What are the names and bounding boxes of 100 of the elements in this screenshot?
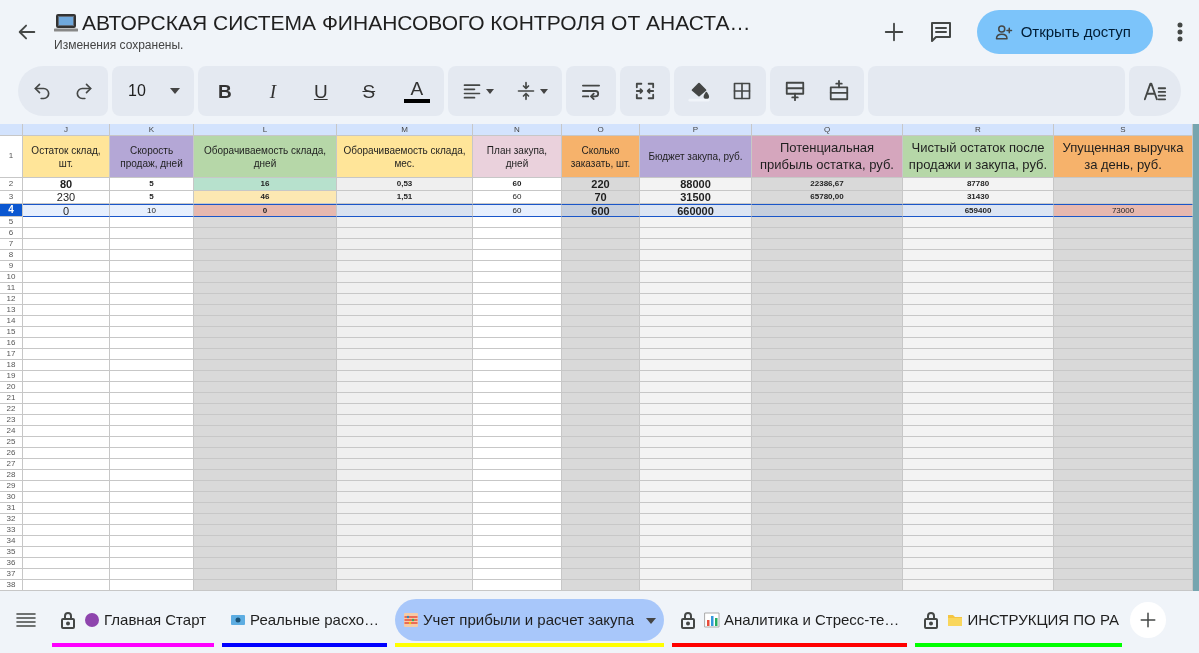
row-header[interactable]: 8	[0, 250, 22, 261]
merge-cells-button[interactable]	[633, 81, 656, 101]
table-cell[interactable]: 10	[110, 204, 194, 217]
row-header[interactable]: 6	[0, 228, 22, 239]
bold-button[interactable]: B	[211, 81, 238, 101]
column-header[interactable]: K	[110, 124, 194, 136]
fill-color-button[interactable]	[687, 80, 710, 102]
row-header[interactable]: 20	[0, 382, 22, 393]
text-color-button[interactable]: A	[403, 79, 430, 103]
insert-cells-button[interactable]	[827, 80, 850, 102]
table-cell[interactable]: 0	[194, 204, 337, 217]
column-header[interactable]: P	[640, 124, 752, 136]
table-cell[interactable]: 60	[473, 204, 562, 217]
sheet-tab[interactable]: ИНСТРУКЦИЯ ПО РА	[915, 599, 1122, 641]
insert-row-button[interactable]	[783, 80, 806, 102]
redo-button[interactable]	[74, 81, 94, 101]
row-header[interactable]: 38	[0, 580, 22, 591]
strikethrough-button[interactable]: S	[355, 81, 382, 101]
table-cell[interactable]: 60	[473, 178, 562, 191]
table-cell[interactable]: 73000	[1054, 204, 1193, 217]
row-header[interactable]: 23	[0, 415, 22, 426]
all-sheets-button[interactable]	[16, 612, 36, 628]
sheet-tab[interactable]: Реальные расхо…	[222, 599, 388, 641]
table-cell[interactable]: 5	[110, 191, 194, 204]
column-header[interactable]: M	[337, 124, 473, 136]
column-header[interactable]: R	[903, 124, 1054, 136]
sheet-tab[interactable]: Аналитика и Стресс-те…	[672, 599, 908, 641]
row-header[interactable]: 33	[0, 525, 22, 536]
table-cell[interactable]: 1,51	[337, 191, 473, 204]
table-cell[interactable]	[1054, 178, 1193, 191]
table-cell[interactable]: 65780,00	[752, 191, 903, 204]
column-header[interactable]: S	[1054, 124, 1193, 136]
row-header[interactable]: 22	[0, 404, 22, 415]
column-header[interactable]: Q	[752, 124, 903, 136]
horizontal-align-button[interactable]	[461, 82, 494, 100]
table-cell[interactable]: 0	[23, 204, 110, 217]
row-header[interactable]: 21	[0, 393, 22, 404]
row-header[interactable]: 2	[0, 178, 23, 191]
table-cell[interactable]: 659400	[903, 204, 1054, 217]
row-header[interactable]: 35	[0, 547, 22, 558]
table-cell[interactable]: 80	[23, 178, 110, 191]
add-button[interactable]	[882, 21, 905, 43]
row-header[interactable]: 37	[0, 569, 22, 580]
column-header[interactable]: O	[562, 124, 640, 136]
table-cell[interactable]: 0,53	[337, 178, 473, 191]
document-title[interactable]: АВТОРСКАЯ СИСТЕМА ФИНАНСОВОГО КОНТРОЛЯ ОТ АНАСТА…	[82, 10, 751, 36]
table-cell[interactable]	[337, 204, 473, 217]
row-header[interactable]: 34	[0, 536, 22, 547]
comments-button[interactable]	[928, 20, 953, 44]
table-cell[interactable]: 60	[473, 191, 562, 204]
row-header[interactable]: 31	[0, 503, 22, 514]
table-cell[interactable]: 70	[562, 191, 640, 204]
row-header[interactable]: 17	[0, 349, 22, 360]
row-header[interactable]: 28	[0, 470, 22, 481]
italic-button[interactable]: I	[259, 81, 286, 101]
table-cell[interactable]: 22386,67	[752, 178, 903, 191]
row-header[interactable]: 36	[0, 558, 22, 569]
table-cell[interactable]: 31430	[903, 191, 1054, 204]
row-header[interactable]: 9	[0, 261, 22, 272]
vertical-align-button[interactable]	[515, 81, 548, 101]
table-cell[interactable]: 31500	[640, 191, 752, 204]
table-cell[interactable]: 660000	[640, 204, 752, 217]
row-header[interactable]: 13	[0, 305, 22, 316]
table-cell[interactable]: 16	[194, 178, 337, 191]
row-header[interactable]: 32	[0, 514, 22, 525]
table-cell[interactable]	[1054, 191, 1193, 204]
row-header[interactable]: 14	[0, 316, 22, 327]
row-header[interactable]: 11	[0, 283, 22, 294]
row-header[interactable]: 7	[0, 239, 22, 250]
row-header[interactable]: 12	[0, 294, 22, 305]
add-sheet-button[interactable]	[1130, 602, 1166, 638]
row-header[interactable]: 26	[0, 448, 22, 459]
table-cell[interactable]: 230	[23, 191, 110, 204]
undo-button[interactable]	[32, 81, 52, 101]
borders-button[interactable]	[731, 81, 752, 101]
table-cell[interactable]: 88000	[640, 178, 752, 191]
row-header[interactable]: 16	[0, 338, 22, 349]
row-header[interactable]: 3	[0, 191, 23, 204]
row-header[interactable]: 29	[0, 481, 22, 492]
row-header[interactable]: 18	[0, 360, 22, 371]
row-header[interactable]: 5	[0, 217, 22, 228]
row-header[interactable]: 1	[0, 136, 23, 178]
row-header[interactable]: 24	[0, 426, 22, 437]
table-cell[interactable]: 87780	[903, 178, 1054, 191]
column-header[interactable]: L	[194, 124, 337, 136]
row-header[interactable]: 27	[0, 459, 22, 470]
row-header[interactable]: 10	[0, 272, 22, 283]
table-cell[interactable]: 46	[194, 191, 337, 204]
row-header[interactable]: 25	[0, 437, 22, 448]
table-cell[interactable]: 600	[562, 204, 640, 217]
column-header[interactable]: J	[23, 124, 110, 136]
text-wrap-button[interactable]	[579, 82, 602, 100]
row-header[interactable]: 15	[0, 327, 22, 338]
table-cell[interactable]: 5	[110, 178, 194, 191]
more-options-button[interactable]	[1177, 22, 1183, 42]
row-header[interactable]: 19	[0, 371, 22, 382]
underline-button[interactable]: U	[307, 81, 334, 101]
row-header[interactable]: 30	[0, 492, 22, 503]
table-cell[interactable]: 220	[562, 178, 640, 191]
sheet-tab[interactable]: Главная Старт	[52, 599, 215, 641]
